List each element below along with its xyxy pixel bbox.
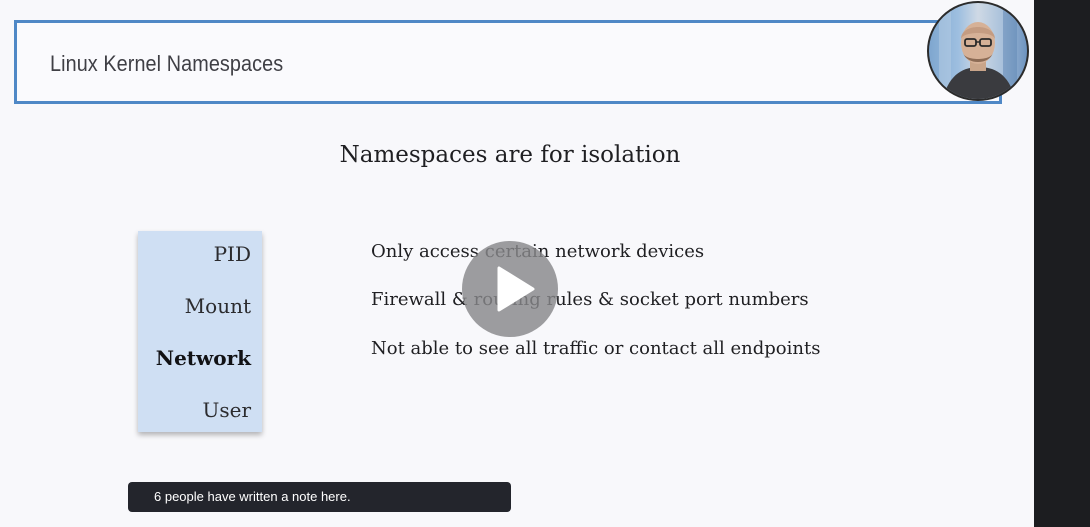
right-sidebar	[1034, 0, 1090, 527]
presenter-avatar	[927, 1, 1029, 101]
slide: Linux Kernel Namespaces Namespaces are f…	[0, 0, 1034, 527]
namespace-item-user: User	[202, 398, 251, 422]
slide-title-box: Linux Kernel Namespaces	[14, 20, 1002, 104]
play-button[interactable]	[462, 241, 558, 337]
namespace-item-mount: Mount	[184, 294, 251, 318]
namespace-item-pid: PID	[213, 242, 251, 266]
play-icon	[497, 266, 535, 312]
presenter-webcam-image	[939, 3, 1017, 99]
namespace-list: PID Mount Network User	[138, 231, 262, 432]
namespace-item-network: Network	[155, 346, 251, 370]
bullet-text: Not able to see all traffic or contact a…	[371, 338, 821, 359]
slide-subtitle: Namespaces are for isolation	[339, 142, 681, 168]
notes-banner-text: 6 people have written a note here.	[154, 489, 351, 504]
slide-title: Linux Kernel Namespaces	[50, 51, 284, 76]
notes-banner[interactable]: 6 people have written a note here.	[128, 482, 511, 512]
video-player[interactable]: Linux Kernel Namespaces Namespaces are f…	[0, 0, 1090, 527]
bullet-text: Firewall & routing rules & socket port n…	[371, 289, 809, 310]
